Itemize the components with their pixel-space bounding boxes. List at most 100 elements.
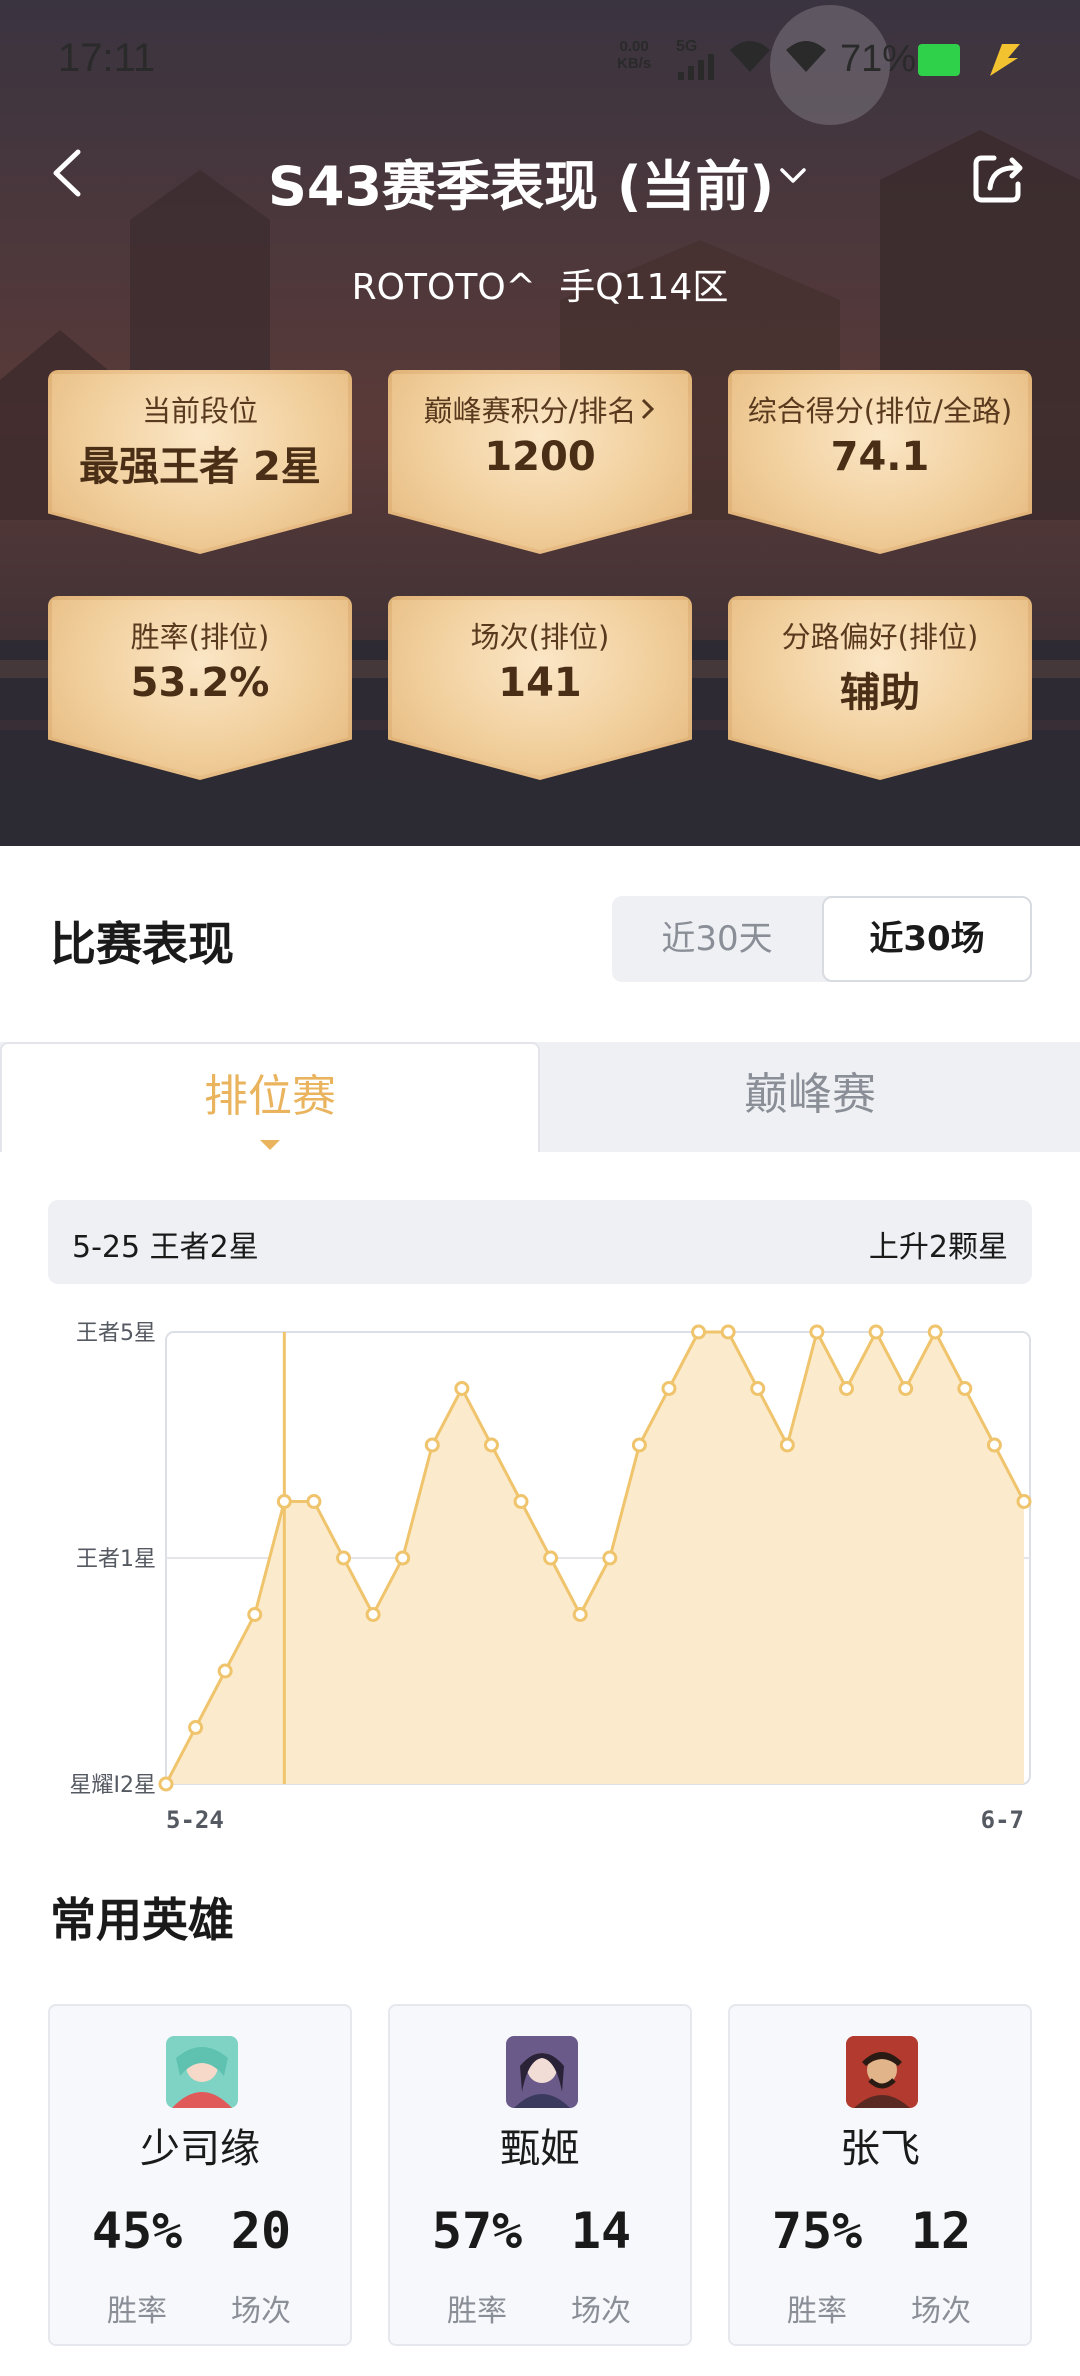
range-30-days[interactable]: 近30天 xyxy=(612,896,822,982)
rank-point[interactable] xyxy=(188,1720,204,1735)
rank-point[interactable] xyxy=(217,1663,233,1679)
stat-label: 胜率(排位) xyxy=(130,620,270,654)
wifi-icon-2 xyxy=(786,41,826,72)
net-speed-unit: KB/s xyxy=(617,55,652,72)
rank-point[interactable] xyxy=(158,1776,174,1792)
stat-label: 巅峰赛积分/排名 xyxy=(388,388,692,430)
x-start-label: 5-24 xyxy=(166,1806,224,1834)
rank-point[interactable] xyxy=(513,1494,529,1509)
performance-title: 比赛表现 xyxy=(50,917,234,971)
hero-games: 20 xyxy=(230,2202,292,2260)
stat-value: 74.1 xyxy=(830,434,930,480)
hero-win-rate: 45% xyxy=(91,2202,183,2260)
selected-point-date-rank: 5-25 王者2星 xyxy=(72,1230,259,1265)
share-icon[interactable] xyxy=(970,148,1028,206)
rank-point[interactable] xyxy=(750,1381,766,1396)
rank-point[interactable] xyxy=(868,1324,884,1340)
season-title[interactable]: S43赛季表现 (当前) xyxy=(268,142,774,221)
stat-value: 53.2% xyxy=(130,660,270,706)
chevron-down-icon[interactable] xyxy=(776,158,810,192)
hero-name: 少司缘 xyxy=(140,2126,260,2172)
battery-percent: 71% xyxy=(840,38,917,80)
status-time: 17:11 xyxy=(58,36,156,80)
stat-value: 141 xyxy=(498,660,582,706)
wifi-icon xyxy=(730,41,770,72)
hero-avatar xyxy=(166,2036,238,2108)
rank-point[interactable] xyxy=(424,1437,440,1453)
tab-peak[interactable]: 巅峰赛 xyxy=(540,1042,1080,1152)
win-rate-label: 胜率 xyxy=(447,2294,507,2329)
rank-point[interactable] xyxy=(602,1550,618,1566)
rank-point[interactable] xyxy=(365,1607,381,1622)
stat-value: 最强王者 2星 xyxy=(79,444,321,490)
rank-point[interactable] xyxy=(957,1381,973,1396)
rank-point[interactable] xyxy=(809,1324,825,1340)
match-type-tabs: 排位赛 巅峰赛 xyxy=(0,1042,1080,1152)
games-label: 场次 xyxy=(571,2294,631,2329)
stat-label: 分路偏好(排位) xyxy=(781,620,979,654)
battery-icon xyxy=(918,44,960,76)
hero-win-rate: 75% xyxy=(771,2202,863,2260)
tab-ranked[interactable]: 排位赛 xyxy=(0,1042,540,1152)
back-arrow-icon[interactable] xyxy=(44,146,94,200)
player-server: 手Q114区 xyxy=(559,267,729,308)
player-info: ROTOTO^ 手Q114区 xyxy=(0,258,1080,310)
stat-value: 1200 xyxy=(484,434,596,480)
stat-label: 场次(排位) xyxy=(470,620,610,654)
rank-trend-chart[interactable]: 星耀I2星 王者1星 王者5星 5-24 6-7 xyxy=(0,1300,1080,1850)
signal-icon xyxy=(678,54,714,80)
player-name: ROTOTO^ xyxy=(351,267,536,308)
rank-point[interactable] xyxy=(927,1324,943,1340)
hero-win-rate: 57% xyxy=(431,2202,523,2260)
stat-value: 辅助 xyxy=(840,670,920,716)
rank-point[interactable] xyxy=(306,1494,322,1509)
stat-label: 当前段位 xyxy=(141,394,258,428)
rank-point[interactable] xyxy=(631,1437,647,1453)
hero-card[interactable]: 张飞 75% 12 胜率 场次 xyxy=(728,2004,1032,2346)
net-speed: 0.00 KB/s xyxy=(617,38,651,72)
rank-point[interactable] xyxy=(898,1381,914,1396)
range-30-games[interactable]: 近30场 xyxy=(822,896,1032,982)
hero-name: 张飞 xyxy=(840,2126,920,2172)
rank-point[interactable] xyxy=(691,1324,707,1340)
rank-point[interactable] xyxy=(395,1550,411,1566)
y-tick-label: 王者5星 xyxy=(76,1321,156,1346)
games-label: 场次 xyxy=(231,2294,291,2329)
hero-games: 12 xyxy=(910,2202,972,2260)
net-speed-value: 0.00 xyxy=(619,38,649,55)
y-tick-label: 王者1星 xyxy=(76,1547,156,1572)
y-tick-label: 星耀I2星 xyxy=(70,1773,157,1798)
rank-point[interactable] xyxy=(779,1437,795,1453)
win-rate-label: 胜率 xyxy=(787,2294,847,2329)
rank-point[interactable] xyxy=(247,1607,263,1622)
hero-avatar xyxy=(846,2036,918,2108)
rank-point[interactable] xyxy=(720,1324,736,1340)
hero-games: 14 xyxy=(570,2202,632,2260)
hero-card[interactable]: 少司缘 45% 20 胜率 场次 xyxy=(48,2004,352,2346)
range-segmented-control: 近30天 近30场 xyxy=(612,896,1032,982)
rank-point[interactable] xyxy=(838,1381,854,1396)
selected-point-change: 上升2颗星 xyxy=(868,1230,1008,1265)
rank-point[interactable] xyxy=(276,1494,292,1509)
win-rate-label: 胜率 xyxy=(107,2294,167,2329)
status-bar: 17:11 0.00 KB/s 5G 71% xyxy=(0,0,1080,120)
rank-point[interactable] xyxy=(543,1550,559,1566)
hero-card[interactable]: 甄姬 57% 14 胜率 场次 xyxy=(388,2004,692,2346)
rank-point[interactable] xyxy=(1016,1494,1032,1509)
rank-point[interactable] xyxy=(661,1381,677,1396)
top-nav: S43赛季表现 (当前) xyxy=(0,130,1080,220)
charging-bolt-icon xyxy=(990,44,1020,76)
rank-point[interactable] xyxy=(483,1437,499,1453)
stat-label-text: 巅峰赛积分/排名 xyxy=(423,394,637,428)
common-heroes-title: 常用英雄 xyxy=(50,1893,234,1947)
stat-label: 综合得分(排位/全路) xyxy=(747,394,1013,428)
rank-point[interactable] xyxy=(572,1607,588,1622)
rank-point[interactable] xyxy=(336,1550,352,1566)
chevron-right-icon xyxy=(642,398,655,420)
rank-point[interactable] xyxy=(986,1437,1002,1453)
rank-point[interactable] xyxy=(454,1381,470,1396)
games-label: 场次 xyxy=(911,2294,971,2329)
hero-name: 甄姬 xyxy=(500,2126,580,2172)
x-end-label: 6-7 xyxy=(981,1806,1024,1834)
season-hero-banner: 17:11 0.00 KB/s 5G 71% S43赛季表现 (当前) ROTO… xyxy=(0,0,1080,846)
